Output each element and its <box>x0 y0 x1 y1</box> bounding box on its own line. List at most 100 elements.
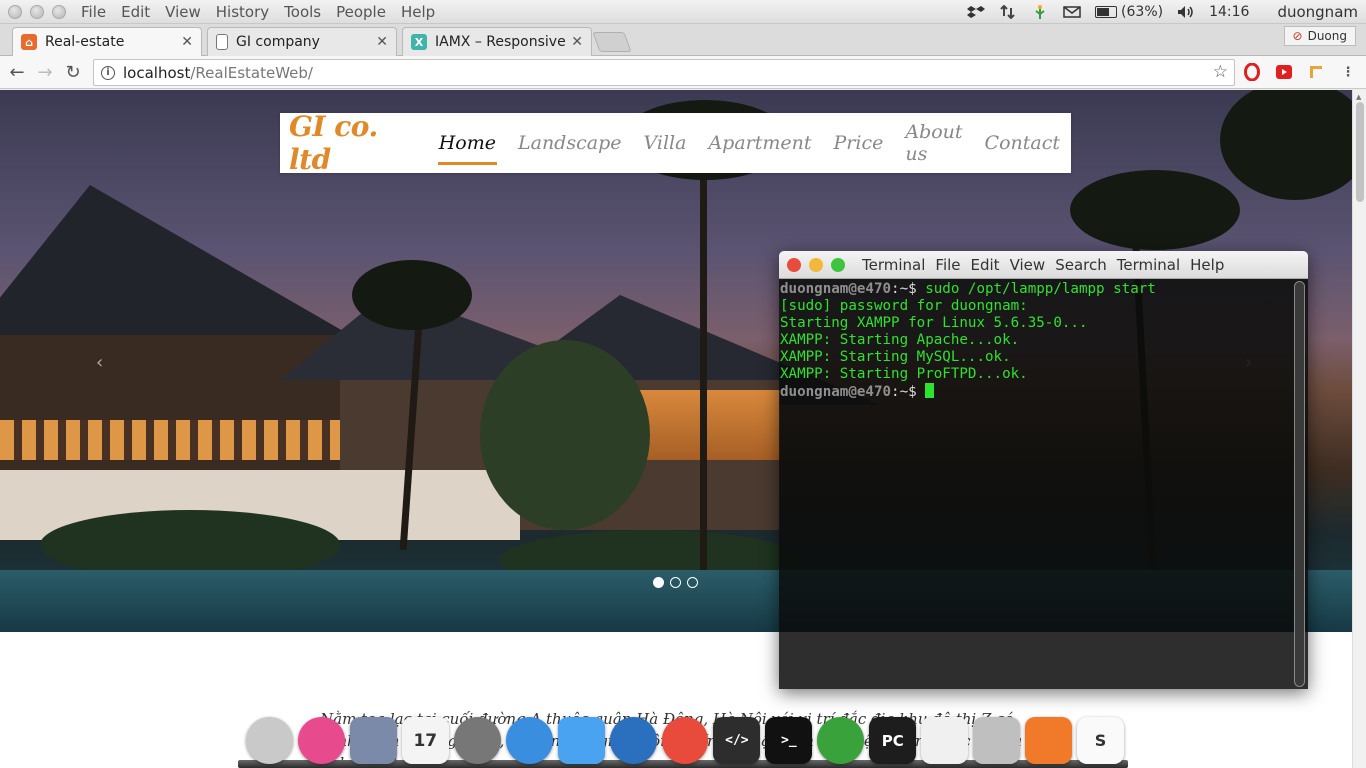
minimize-window-button[interactable] <box>30 4 44 19</box>
scroll-thumb[interactable] <box>1356 102 1364 202</box>
files-icon[interactable] <box>349 717 397 764</box>
more-menu-icon[interactable]: ⋮ <box>1338 62 1358 82</box>
notes-icon[interactable] <box>921 717 969 764</box>
tab-title: IAMX – Responsive <box>435 34 566 50</box>
x-icon: X <box>411 34 427 50</box>
calendar-icon[interactable]: 17 <box>401 717 449 764</box>
back-arrow-icon[interactable]: ← <box>3 58 31 86</box>
nav-apartment[interactable]: Apartment <box>697 113 822 173</box>
itunes-icon[interactable] <box>297 717 345 764</box>
address-bar[interactable]: i localhost/RealEstateWeb/ ☆ <box>93 59 1235 86</box>
menu-file[interactable]: File <box>81 3 106 21</box>
terminal-output[interactable]: duongnam@e470:~$ sudo /opt/lampp/lampp s… <box>779 279 1308 689</box>
mail-icon[interactable] <box>1063 5 1081 19</box>
trash-icon[interactable] <box>973 717 1021 764</box>
volume-icon[interactable] <box>1177 5 1195 19</box>
prompt-symbol: :~$ <box>891 281 926 297</box>
info-icon[interactable]: i <box>101 65 115 80</box>
menu-people[interactable]: People <box>336 3 386 21</box>
app-menu: File Edit View History Tools People Help <box>81 3 435 21</box>
carousel-dot-1[interactable] <box>653 577 664 588</box>
maximize-window-button[interactable] <box>52 4 66 19</box>
terminal-icon[interactable]: >_ <box>765 717 813 764</box>
slack-icon[interactable]: S <box>1077 717 1124 764</box>
terminal-window: Terminal File Edit View Search Terminal … <box>779 251 1308 689</box>
dropbox-icon[interactable] <box>967 5 986 19</box>
profile-name: Duong <box>1307 29 1347 43</box>
youtube-extension-icon[interactable] <box>1274 62 1294 82</box>
url-host: localhost <box>123 63 191 82</box>
user-menu[interactable]: duongnam <box>1277 3 1358 21</box>
nav-contact[interactable]: Contact <box>974 113 1071 173</box>
terminal-maximize-button[interactable] <box>831 257 845 272</box>
forward-arrow-icon[interactable]: → <box>31 58 59 86</box>
terminal-titlebar: Terminal File Edit View Search Terminal … <box>779 251 1308 279</box>
menu-history[interactable]: History <box>216 3 269 21</box>
terminal-menu-app[interactable]: Terminal <box>862 256 925 274</box>
menu-tools[interactable]: Tools <box>284 3 321 21</box>
battery-icon <box>1095 6 1118 18</box>
tree <box>480 340 650 530</box>
terminal-menu-view[interactable]: View <box>1010 256 1046 274</box>
nav-about-us[interactable]: About us <box>894 113 973 173</box>
new-tab-button[interactable] <box>592 32 632 52</box>
site-nav-links: Home Landscape Villa Apartment Price Abo… <box>428 113 1071 173</box>
terminal-menu-search[interactable]: Search <box>1055 256 1107 274</box>
tab-real-estate[interactable]: ⌂ Real-estate ✕ <box>12 27 202 56</box>
site-logo[interactable]: GI co. ltd <box>289 110 413 176</box>
xampp-icon[interactable] <box>1025 717 1072 764</box>
profile-icon: ⊘ <box>1292 29 1303 43</box>
terminal-menu-terminal[interactable]: Terminal <box>1117 256 1180 274</box>
pycharm-icon[interactable]: PC <box>869 717 917 764</box>
terminal-menu-edit[interactable]: Edit <box>971 256 1000 274</box>
battery-percent: (63%) <box>1121 4 1164 20</box>
url-path: /RealEstateWeb/ <box>190 63 313 82</box>
opera-extension-icon[interactable] <box>1242 62 1262 82</box>
terminal-scrollbar[interactable] <box>1294 281 1305 687</box>
close-tab-icon[interactable]: ✕ <box>181 34 193 50</box>
close-tab-icon[interactable]: ✕ <box>571 34 583 50</box>
palm-leaves <box>352 260 472 330</box>
terminal-menu-file[interactable]: File <box>935 256 960 274</box>
close-window-button[interactable] <box>8 4 22 19</box>
finder-icon[interactable] <box>557 717 605 764</box>
ruler-extension-icon[interactable] <box>1306 62 1326 82</box>
carousel-dot-2[interactable] <box>670 577 681 588</box>
menu-help[interactable]: Help <box>401 3 435 21</box>
code-editor-icon[interactable]: </> <box>713 717 761 764</box>
nav-price[interactable]: Price <box>823 113 895 173</box>
launchpad-icon[interactable] <box>246 717 293 764</box>
usb-icon[interactable] <box>1031 5 1049 19</box>
terminal-close-button[interactable] <box>787 257 801 272</box>
page-scrollbar[interactable]: ▲ <box>1352 90 1366 768</box>
menu-edit[interactable]: Edit <box>121 3 150 21</box>
network-transfer-icon[interactable] <box>999 4 1017 20</box>
site-navbar: GI co. ltd Home Landscape Villa Apartmen… <box>280 110 1071 176</box>
clock[interactable]: 14:16 <box>1209 4 1249 20</box>
profile-button[interactable]: ⊘ Duong <box>1283 26 1356 46</box>
code-editor-label: </> <box>725 733 749 748</box>
terminal-minimize-button[interactable] <box>809 257 823 272</box>
menu-view[interactable]: View <box>165 3 201 21</box>
green-app-icon[interactable] <box>817 717 865 764</box>
close-tab-icon[interactable]: ✕ <box>376 34 388 50</box>
chrome-icon[interactable] <box>661 717 709 764</box>
carousel-prev-icon[interactable]: ‹ <box>96 352 103 373</box>
terminal-output-line: XAMPP: Starting ProFTPD...ok. <box>780 366 1028 382</box>
scroll-up-icon[interactable]: ▲ <box>1356 93 1361 101</box>
battery-indicator[interactable]: (63%) <box>1095 4 1163 20</box>
bookmark-star-icon[interactable]: ☆ <box>1213 62 1228 82</box>
terminal-label: >_ <box>781 733 797 748</box>
prompt-user: duongnam@e470 <box>780 281 892 297</box>
settings-icon[interactable] <box>453 717 501 764</box>
reload-icon[interactable]: ↻ <box>59 58 87 86</box>
browser-icon[interactable] <box>505 717 553 764</box>
quicktime-icon[interactable] <box>609 717 657 764</box>
tab-gi-company[interactable]: GI company ✕ <box>207 27 397 56</box>
carousel-dot-3[interactable] <box>687 577 698 588</box>
terminal-menu-help[interactable]: Help <box>1190 256 1224 274</box>
nav-villa[interactable]: Villa <box>632 113 697 173</box>
tab-iamx[interactable]: X IAMX – Responsive ✕ <box>402 27 592 56</box>
nav-home[interactable]: Home <box>428 113 507 173</box>
nav-landscape[interactable]: Landscape <box>507 113 632 173</box>
